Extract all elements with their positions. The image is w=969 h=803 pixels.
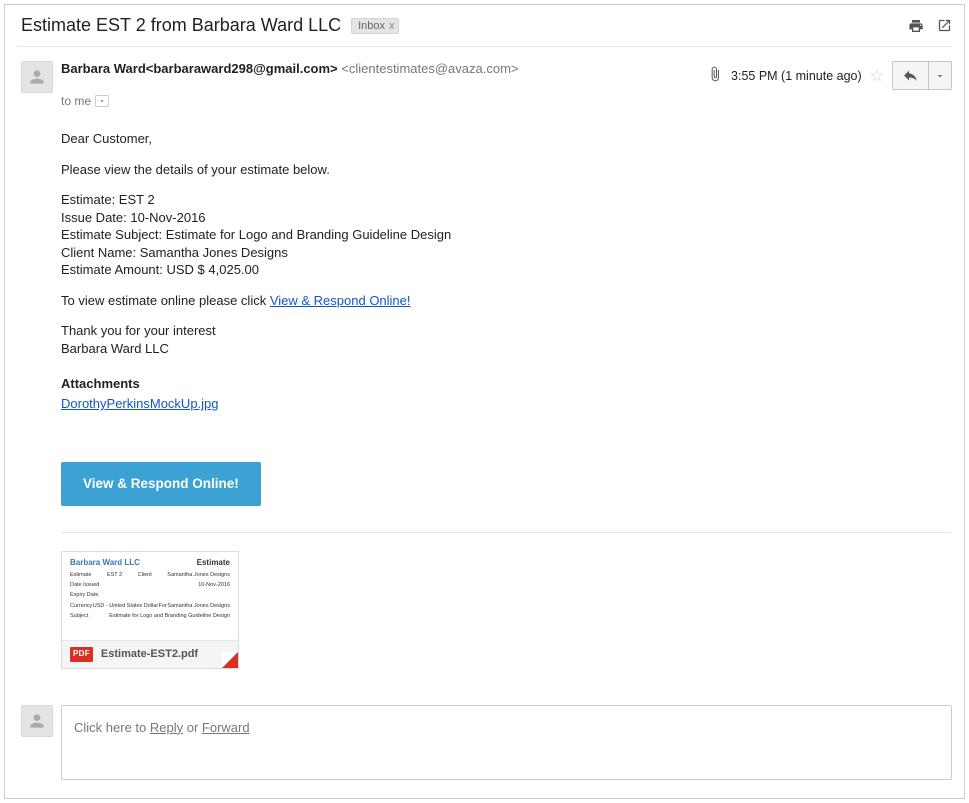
email-subject: Estimate EST 2 from Barbara Ward LLC [21,15,341,36]
reply-forward-box[interactable]: Click here to Reply or Forward [61,705,952,780]
view-respond-link[interactable]: View & Respond Online! [270,293,411,308]
star-icon[interactable]: ☆ [870,66,884,86]
to-label: to me [61,94,91,108]
intro-text: Please view the details of your estimate… [61,161,952,179]
forward-link[interactable]: Forward [202,720,250,735]
signature-line: Barbara Ward LLC [61,340,952,358]
attachment-icon [707,66,723,85]
body-divider [61,532,951,533]
reply-link[interactable]: Reply [150,720,183,735]
sender-avatar [21,61,53,93]
sender-name: Barbara Ward<barbaraward298@gmail.com> [61,61,338,76]
estimate-subject-line: Estimate Subject: Estimate for Logo and … [61,226,952,244]
estimate-line: Estimate: EST 2 [61,191,952,209]
label-text: Inbox [358,20,385,32]
attachment-file-link[interactable]: DorothyPerkinsMockUp.jpg [61,396,219,411]
preview-title: Estimate [197,558,230,569]
more-actions-button[interactable] [929,62,951,89]
attachment-footer: PDF Estimate-EST2.pdf [62,640,238,668]
greeting: Dear Customer, [61,130,952,148]
view-respond-button[interactable]: View & Respond Online! [61,462,261,506]
from-line: Barbara Ward<barbaraward298@gmail.com> <… [61,61,519,76]
show-details-icon[interactable] [95,95,109,107]
to-line: to me [61,94,952,108]
print-icon[interactable] [908,18,924,34]
reply-prefix: Click here to [74,720,150,735]
my-avatar [21,705,53,737]
label-inbox[interactable]: Inbox x [351,18,398,34]
view-online-line: To view estimate online please click Vie… [61,292,952,310]
reply-or: or [183,720,202,735]
timestamp: 3:55 PM (1 minute ago) [731,69,862,83]
attachment-card[interactable]: Barbara Ward LLC Estimate EstimateEST 2C… [61,551,239,669]
attachment-preview: Barbara Ward LLC Estimate EstimateEST 2C… [62,552,238,640]
thanks-line: Thank you for your interest [61,322,952,340]
pdf-badge-icon: PDF [70,647,93,662]
label-remove-icon[interactable]: x [389,20,395,32]
client-name-line: Client Name: Samantha Jones Designs [61,244,952,262]
subject-bar: Estimate EST 2 from Barbara Ward LLC Inb… [5,5,964,44]
estimate-amount-line: Estimate Amount: USD $ 4,025.00 [61,261,952,279]
email-body: Dear Customer, Please view the details o… [61,108,952,669]
sender-via: <clientestimates@avaza.com> [338,61,519,76]
reply-button[interactable] [893,62,929,89]
issue-date-line: Issue Date: 10-Nov-2016 [61,209,952,227]
attachments-heading: Attachments [61,375,952,393]
reply-button-group [892,61,952,90]
preview-company: Barbara Ward LLC [70,558,140,569]
attachment-filename: Estimate-EST2.pdf [101,647,198,662]
open-new-window-icon[interactable] [936,18,952,34]
